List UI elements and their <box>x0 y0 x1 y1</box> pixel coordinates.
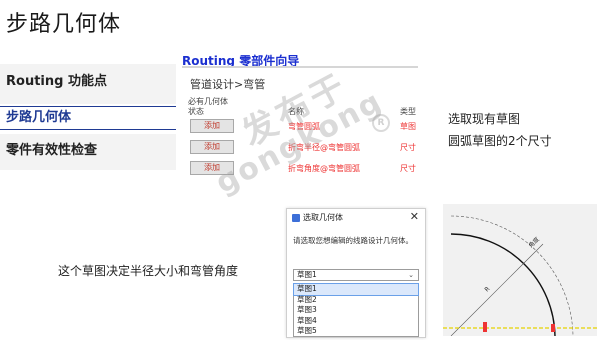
row-type: 草图 <box>400 122 416 131</box>
note-text: 选取现有草图 <box>448 112 521 126</box>
select-geometry-dialog: 选取几何体 ✕ 请选取您想编辑的线路设计几何体。 草图1 ⌄ 草图1 草图2 草… <box>286 208 426 338</box>
dialog-prompt: 请选取您想编辑的线路设计几何体。 <box>293 236 413 245</box>
breadcrumb: 管道设计>弯管 <box>190 78 266 91</box>
sketch-preview: 角度 R <box>443 204 597 337</box>
radius-line <box>450 261 526 337</box>
nav-item-part-validity-check[interactable]: 零件有效性检查 <box>0 134 176 170</box>
dialog-title: 选取几何体 <box>303 213 343 222</box>
geometry-options-list: 草图1 草图2 草图3 草图4 草图5 <box>293 283 419 337</box>
geometry-select[interactable]: 草图1 ⌄ <box>293 269 419 281</box>
column-header-required: 必有几何体 状态 <box>188 97 228 117</box>
app-icon <box>292 214 300 222</box>
note-text: 圆弧草图的2个尺寸 <box>448 134 552 148</box>
registered-mark: R <box>372 114 390 132</box>
option-item[interactable]: 草图1 <box>293 283 419 296</box>
row-type: 尺寸 <box>400 143 416 152</box>
endpoint-marker <box>551 324 555 332</box>
option-item[interactable]: 草图2 <box>294 295 418 306</box>
column-header-required-line1: 必有几何体 <box>188 97 228 106</box>
option-item[interactable]: 草图5 <box>294 326 418 337</box>
feature-nav: Routing 功能点 步路几何体 零件有效性检查 <box>0 64 176 172</box>
nav-item-routing-features[interactable]: Routing 功能点 <box>0 64 176 104</box>
column-header-type: 类型 <box>400 107 416 116</box>
row-name: 折弯角度@弯管圆弧 <box>288 164 360 173</box>
slide-title: 步路几何体 <box>6 12 122 37</box>
dimension-label: R <box>483 286 491 294</box>
geometry-select-value: 草图1 <box>297 270 317 279</box>
close-button[interactable]: ✕ <box>410 210 419 223</box>
nav-item-route-geometry[interactable]: 步路几何体 <box>0 106 176 130</box>
dimension-label: 角度 <box>527 235 541 249</box>
chevron-down-icon[interactable]: ⌄ <box>408 270 414 280</box>
add-button[interactable]: 添加 <box>190 119 234 133</box>
option-item[interactable]: 草图3 <box>294 305 418 316</box>
add-button[interactable]: 添加 <box>190 140 234 154</box>
option-item[interactable]: 草图4 <box>294 316 418 327</box>
endpoint-marker <box>483 322 487 332</box>
caption-text: 这个草图决定半径大小和弯管角度 <box>58 264 239 278</box>
row-type: 尺寸 <box>400 164 416 173</box>
wizard-divider <box>182 66 418 68</box>
sketch-canvas: 角度 R <box>443 215 597 337</box>
column-header-required-line2: 状态 <box>188 107 204 116</box>
dialog-titlebar: 选取几何体 ✕ <box>287 209 425 227</box>
